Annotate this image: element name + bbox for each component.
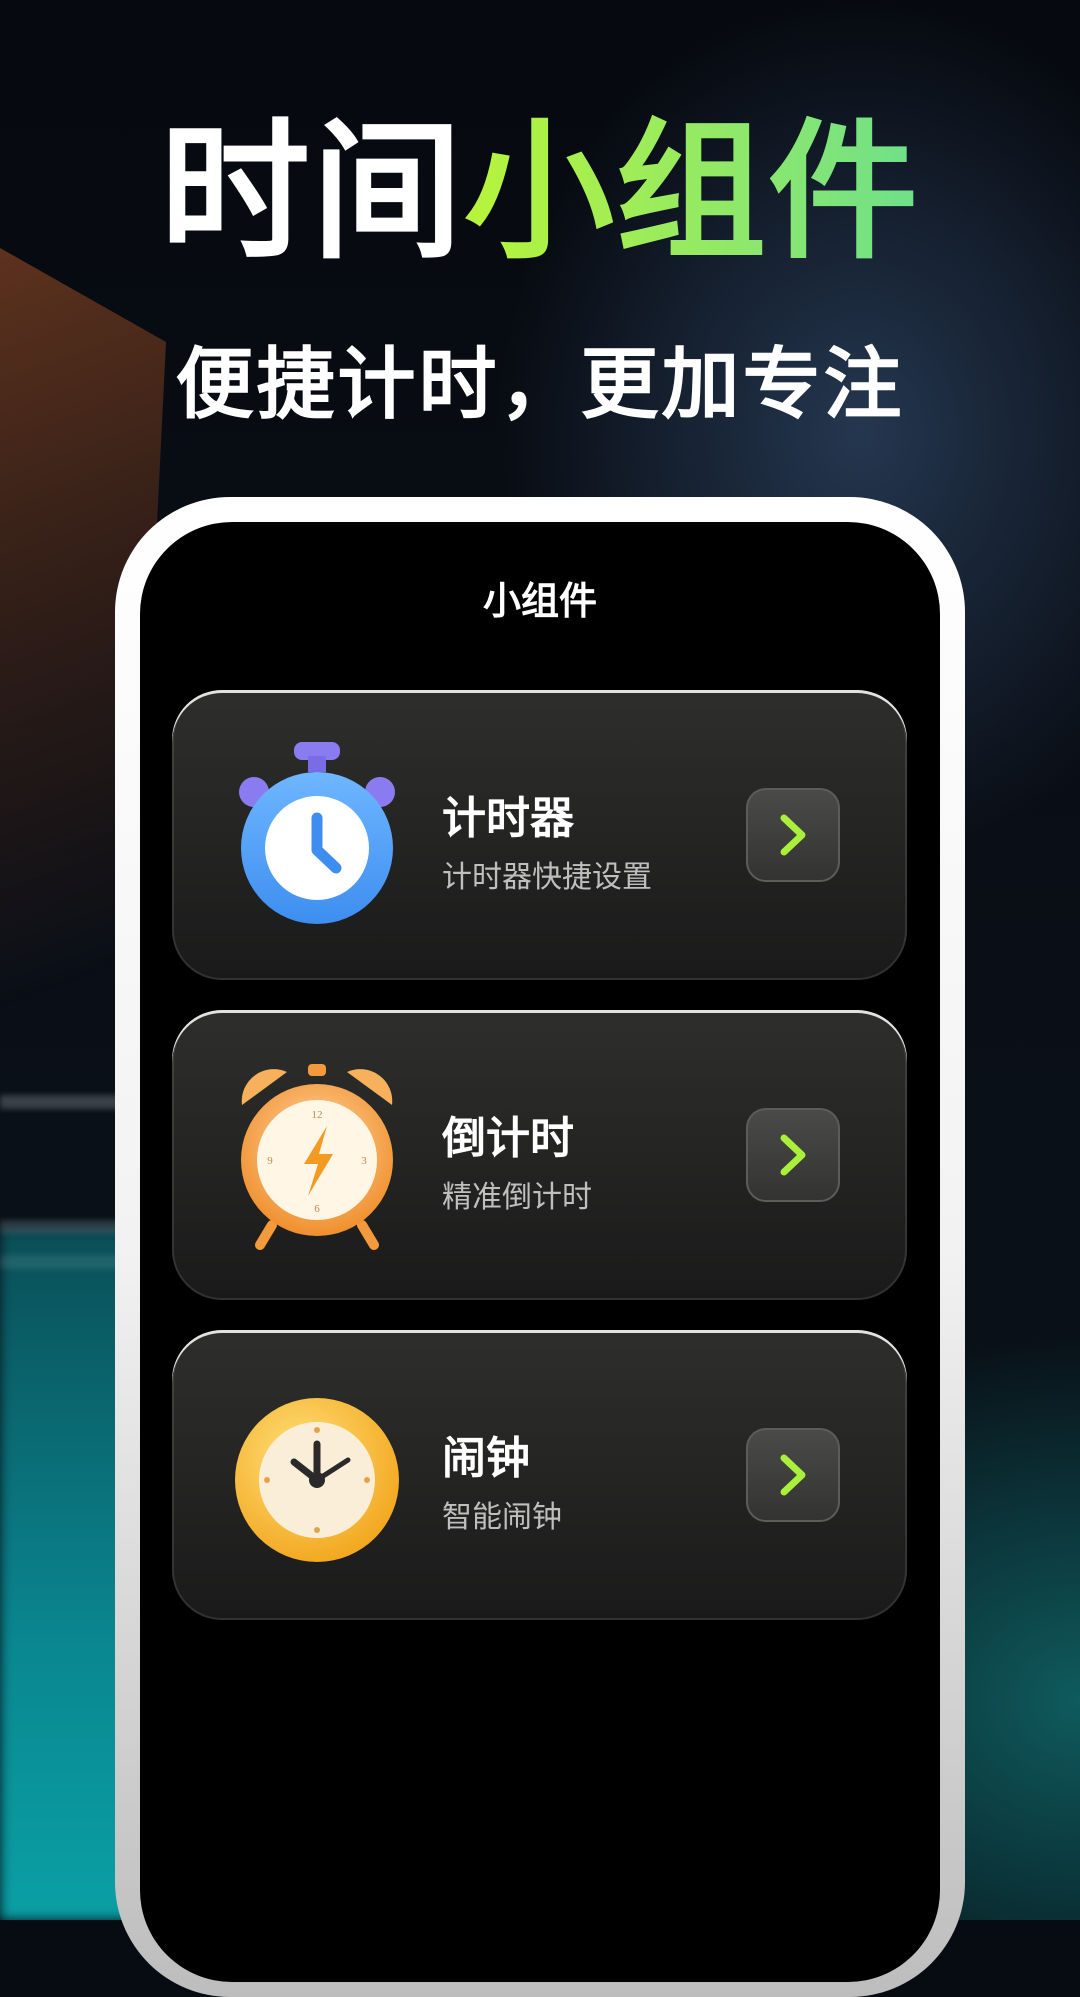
widget-title: 倒计时 <box>442 1113 574 1164</box>
svg-text:12: 12 <box>312 1109 323 1121</box>
chevron-right-icon <box>780 814 806 856</box>
widget-title: 计时器 <box>442 793 574 844</box>
widget-card-timer[interactable]: 计时器 计时器快捷设置 <box>172 690 907 980</box>
widget-subtitle: 智能闹钟 <box>442 1500 562 1535</box>
open-alarm-button[interactable] <box>746 1428 840 1522</box>
promo-subtitle: 便捷计时，更加专注 <box>175 340 905 430</box>
chevron-right-icon <box>780 1134 806 1176</box>
wall-clock-icon <box>232 1380 402 1570</box>
headline-white-part: 时间 <box>159 106 464 280</box>
chevron-right-icon <box>780 1454 806 1496</box>
open-timer-button[interactable] <box>746 788 840 882</box>
widget-card-countdown[interactable]: 12 3 6 9 倒计时 精准倒计时 <box>172 1010 907 1300</box>
headline-green-part: 小组件 <box>464 106 921 280</box>
widget-title: 闹钟 <box>442 1433 530 1484</box>
promo-headline: 时间小组件 <box>0 118 1080 268</box>
svg-text:3: 3 <box>361 1155 367 1167</box>
page-title: 小组件 <box>482 579 597 623</box>
open-countdown-button[interactable] <box>746 1108 840 1202</box>
widget-subtitle: 计时器快捷设置 <box>442 860 652 895</box>
svg-text:6: 6 <box>314 1203 320 1215</box>
stopwatch-icon <box>232 740 402 930</box>
svg-text:9: 9 <box>267 1155 273 1167</box>
widget-card-alarm[interactable]: 闹钟 智能闹钟 <box>172 1330 907 1620</box>
widget-subtitle: 精准倒计时 <box>442 1180 592 1215</box>
alarm-clock-lightning-icon: 12 3 6 9 <box>232 1060 402 1250</box>
